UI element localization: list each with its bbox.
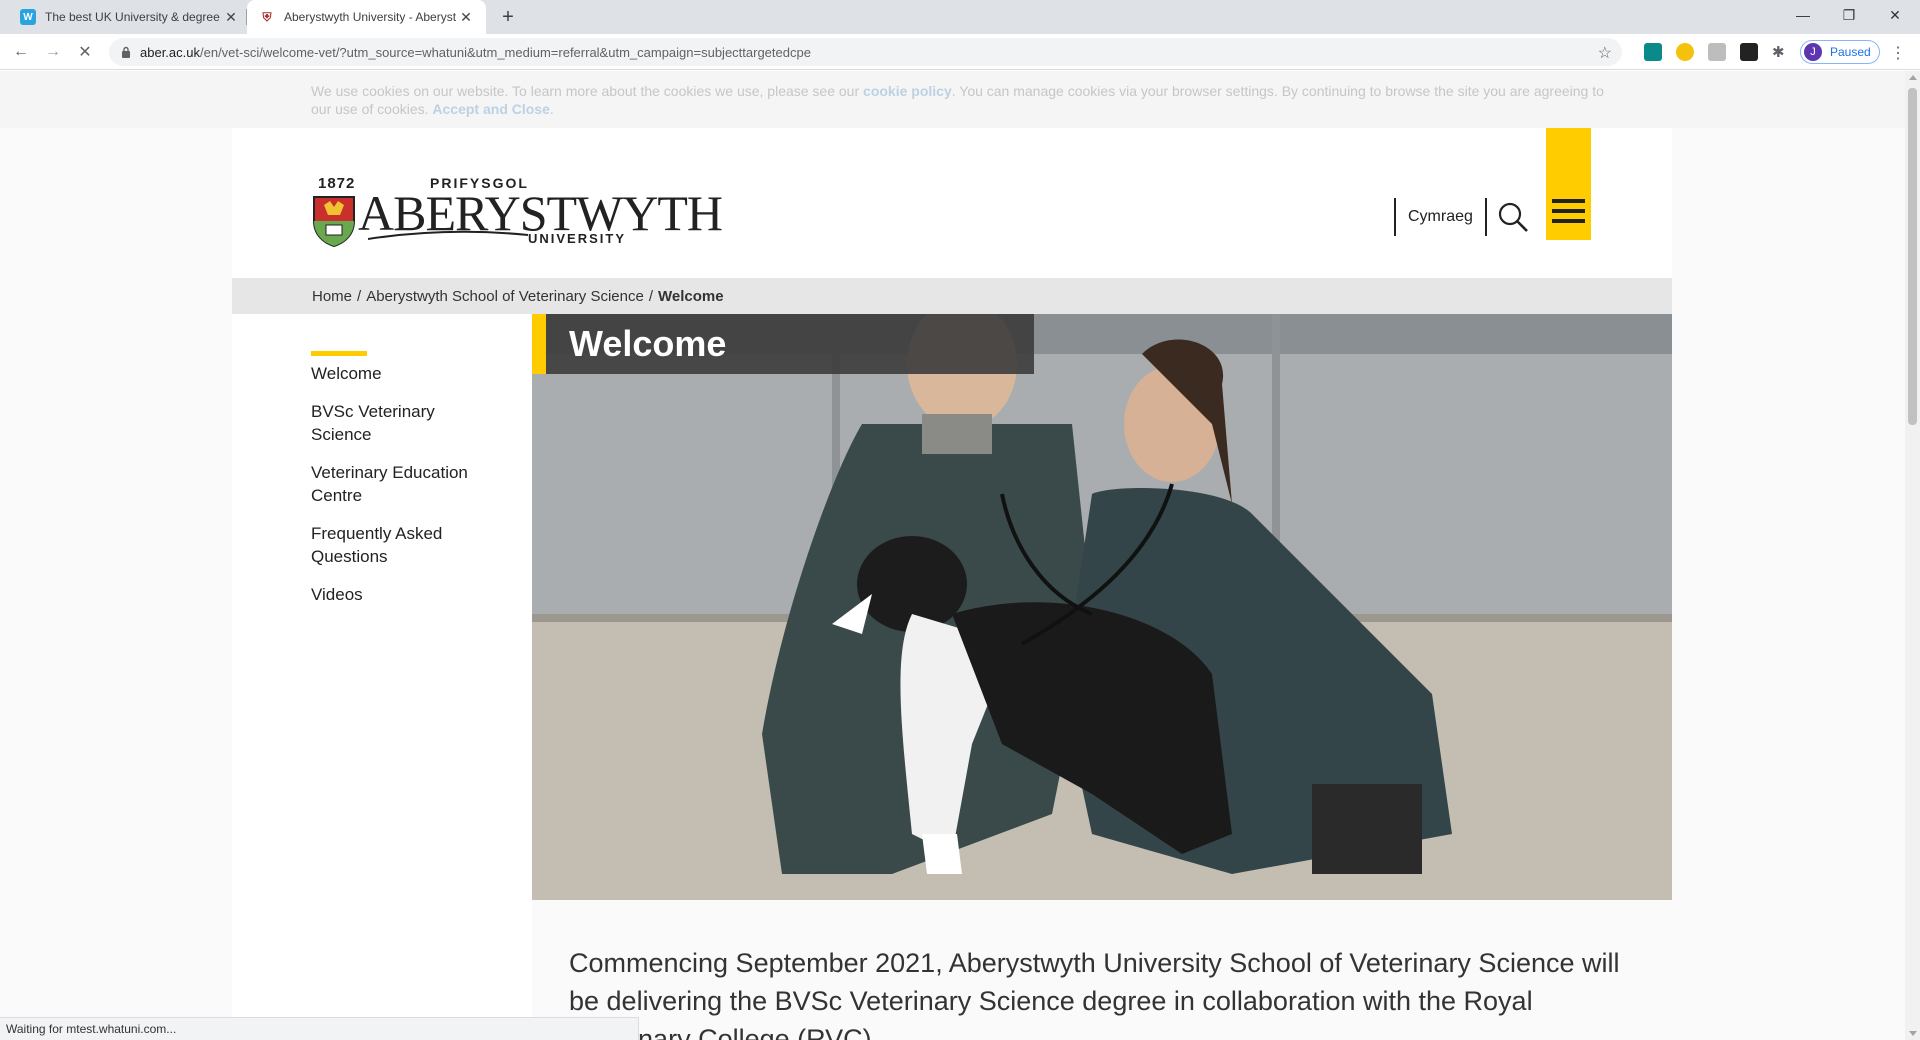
- logo-university: UNIVERSITY: [528, 231, 627, 246]
- sidenav-item-education-centre[interactable]: Veterinary Education Centre: [311, 461, 491, 507]
- breadcrumb-separator: /: [357, 287, 362, 305]
- cookie-banner: We use cookies on our website. To learn …: [0, 71, 1905, 128]
- active-item-indicator: [311, 351, 367, 356]
- extension-teal-icon[interactable]: [1644, 43, 1662, 61]
- extension-chrome-icon[interactable]: [1676, 43, 1694, 61]
- logo-swoosh-icon: [368, 230, 528, 240]
- cookie-text-3: .: [549, 101, 554, 117]
- profile-status: Paused: [1830, 45, 1871, 59]
- restore-window-icon[interactable]: ❐: [1826, 0, 1872, 30]
- whatuni-favicon-icon: W: [20, 9, 36, 25]
- cookie-text-1: We use cookies on our website. To learn …: [311, 83, 864, 99]
- close-tab-icon[interactable]: ✕: [223, 9, 239, 25]
- scrollbar-thumb[interactable]: [1908, 88, 1917, 425]
- profile-button[interactable]: J Paused: [1800, 40, 1880, 64]
- breadcrumb-current: Welcome: [658, 287, 724, 305]
- page-viewport: We use cookies on our website. To learn …: [0, 71, 1905, 1040]
- new-tab-icon[interactable]: +: [496, 6, 520, 28]
- accept-and-close-link[interactable]: Accept and Close: [432, 101, 549, 117]
- bookmark-star-icon[interactable]: ☆: [1598, 43, 1612, 63]
- main-content: Commencing September 2021, Aberystwyth U…: [532, 900, 1672, 1040]
- search-icon[interactable]: [1496, 200, 1530, 234]
- site-header: 1872 PRIFYSGOL ABERYSTWYTH UNIVERSITY Cy…: [232, 128, 1672, 278]
- hamburger-menu-icon[interactable]: [1546, 128, 1591, 240]
- lock-icon: [120, 45, 132, 59]
- extensions-puzzle-icon[interactable]: ✱: [1772, 43, 1790, 61]
- title-accent-bar: [532, 314, 546, 374]
- tab-title: The best UK University & degree: [45, 10, 220, 24]
- url-text: aber.ac.uk/en/vet-sci/welcome-vet/?utm_s…: [140, 45, 811, 60]
- browser-tab-aberystwyth[interactable]: ⛨ Aberystwyth University - Aberyst ✕: [247, 0, 486, 34]
- minimize-window-icon[interactable]: —: [1780, 0, 1826, 30]
- browser-status-bar: Waiting for mtest.whatuni.com...: [0, 1017, 639, 1040]
- aberystwyth-favicon-icon: ⛨: [262, 9, 272, 24]
- logo-year: 1872: [318, 175, 356, 192]
- back-arrow-icon[interactable]: ←: [10, 41, 32, 63]
- cookie-message: We use cookies on our website. To learn …: [311, 82, 1611, 118]
- sidenav-item-bvsc[interactable]: BVSc Veterinary Science: [311, 400, 461, 446]
- menu-line: [1552, 209, 1585, 213]
- breadcrumb-separator: /: [648, 287, 653, 305]
- browser-tab-strip: W The best UK University & degree ✕ ⛨ Ab…: [0, 0, 1920, 34]
- menu-line: [1552, 199, 1585, 203]
- close-tab-icon[interactable]: ✕: [458, 9, 474, 25]
- url-host: aber.ac.uk: [140, 44, 200, 60]
- forward-arrow-icon[interactable]: →: [42, 41, 64, 63]
- extension-pen-icon[interactable]: [1708, 43, 1726, 61]
- browser-menu-icon[interactable]: ⋮: [1890, 43, 1906, 63]
- university-logo[interactable]: 1872 PRIFYSGOL ABERYSTWYTH UNIVERSITY: [310, 175, 723, 247]
- vets-with-dog-photo: [532, 314, 1672, 900]
- page-title: Welcome: [569, 323, 727, 364]
- extension-check-icon[interactable]: [1740, 43, 1758, 61]
- tab-title: Aberystwyth University - Aberyst: [284, 10, 457, 24]
- scroll-down-icon[interactable]: [1909, 1031, 1917, 1036]
- hero-image: [532, 314, 1672, 900]
- page-scrollbar[interactable]: [1905, 71, 1920, 1040]
- right-background-band: [1672, 128, 1905, 1040]
- avatar: J: [1804, 43, 1822, 61]
- menu-line: [1552, 219, 1585, 223]
- browser-toolbar: ← → ✕ aber.ac.uk/en/vet-sci/welcome-vet/…: [0, 34, 1920, 70]
- section-side-navigation: Welcome BVSc Veterinary Science Veterina…: [311, 351, 531, 621]
- url-path: /en/vet-sci/welcome-vet/?utm_source=what…: [200, 44, 811, 60]
- intro-paragraph: Commencing September 2021, Aberystwyth U…: [569, 948, 1620, 1040]
- browser-tab-whatuni[interactable]: W The best UK University & degree ✕: [0, 0, 246, 34]
- stop-loading-icon[interactable]: ✕: [74, 41, 96, 63]
- sidenav-item-welcome[interactable]: Welcome: [311, 362, 531, 385]
- breadcrumb-home[interactable]: Home: [312, 288, 352, 305]
- breadcrumb-school[interactable]: Aberystwyth School of Veterinary Science: [366, 288, 644, 305]
- left-background-band: [0, 128, 232, 1040]
- close-window-icon[interactable]: ✕: [1872, 0, 1918, 30]
- language-toggle-cymraeg[interactable]: Cymraeg: [1394, 198, 1487, 236]
- crest-icon: [313, 196, 355, 247]
- address-bar[interactable]: aber.ac.uk/en/vet-sci/welcome-vet/?utm_s…: [109, 38, 1622, 66]
- page-title-banner: Welcome: [532, 314, 1034, 374]
- sidenav-item-videos[interactable]: Videos: [311, 583, 531, 606]
- breadcrumb: Home / Aberystwyth School of Veterinary …: [232, 278, 1672, 314]
- cookie-policy-link[interactable]: cookie policy: [863, 83, 952, 99]
- scroll-up-icon[interactable]: [1909, 75, 1917, 80]
- sidenav-item-faq[interactable]: Frequently Asked Questions: [311, 522, 471, 568]
